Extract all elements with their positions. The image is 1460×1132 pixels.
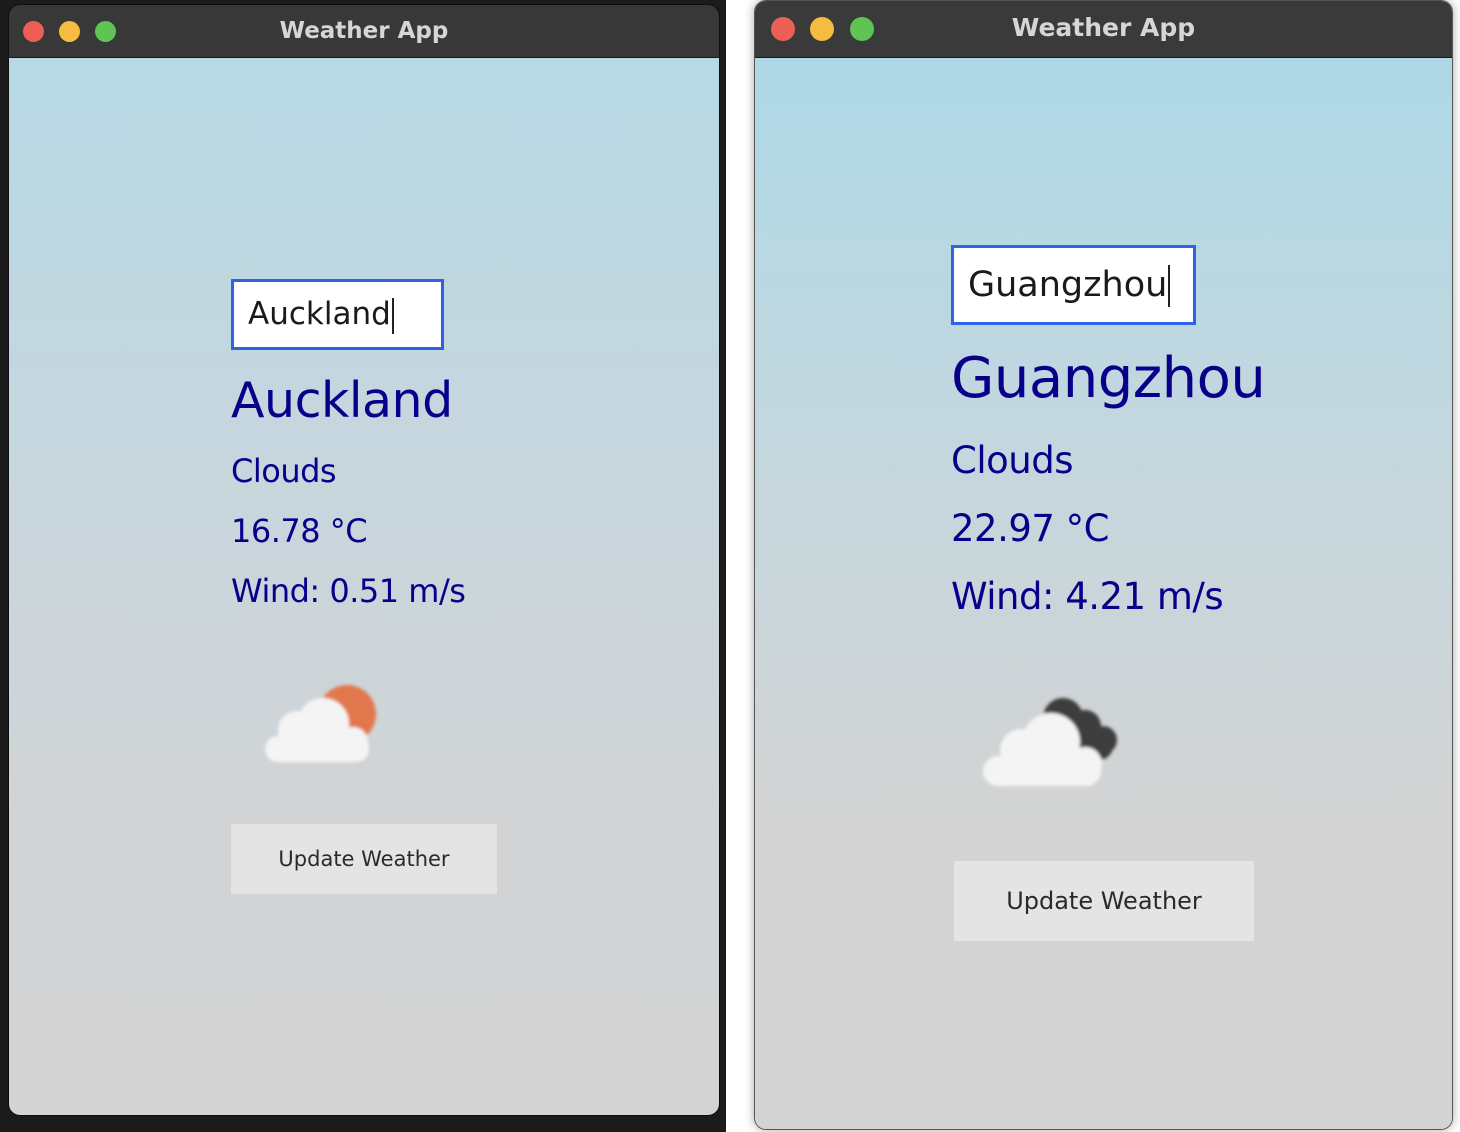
- weather-panel: Auckland Auckland Clouds 16.78 °C Wind: …: [9, 58, 719, 1115]
- update-weather-button[interactable]: Update Weather: [231, 824, 497, 894]
- city-input[interactable]: Guangzhou: [951, 245, 1196, 325]
- update-weather-button[interactable]: Update Weather: [954, 861, 1254, 941]
- weather-panel: Guangzhou Guangzhou Clouds 22.97 °C Wind…: [755, 58, 1452, 1129]
- partly-cloudy-sun-icon: [265, 685, 376, 762]
- wind-speed: Wind: 4.21 m/s: [951, 575, 1224, 618]
- title-bar[interactable]: Weather App: [9, 5, 719, 58]
- temperature-value: 16.78 °C: [231, 512, 368, 550]
- temperature-value: 22.97 °C: [951, 507, 1110, 550]
- window-title: Weather App: [1011, 13, 1196, 42]
- text-caret: [1168, 265, 1171, 307]
- weather-app-window-auckland: Weather App Auckland Auckland Clouds 16.…: [8, 4, 720, 1116]
- city-name: Guangzhou: [951, 346, 1266, 411]
- city-input-value: Auckland: [248, 296, 391, 332]
- broken-clouds-icon: [983, 698, 1117, 786]
- title-bar[interactable]: Weather App: [755, 1, 1452, 58]
- wind-speed: Wind: 0.51 m/s: [231, 572, 466, 610]
- city-input[interactable]: Auckland: [231, 279, 444, 350]
- weather-description: Clouds: [951, 439, 1073, 482]
- city-name: Auckland: [231, 372, 453, 429]
- city-input-value: Guangzhou: [968, 265, 1168, 305]
- weather-app-window-guangzhou: Weather App Guangzhou Guangzhou Clouds 2…: [754, 0, 1453, 1130]
- text-caret: [391, 297, 394, 334]
- weather-description: Clouds: [231, 452, 337, 490]
- window-title: Weather App: [279, 18, 449, 44]
